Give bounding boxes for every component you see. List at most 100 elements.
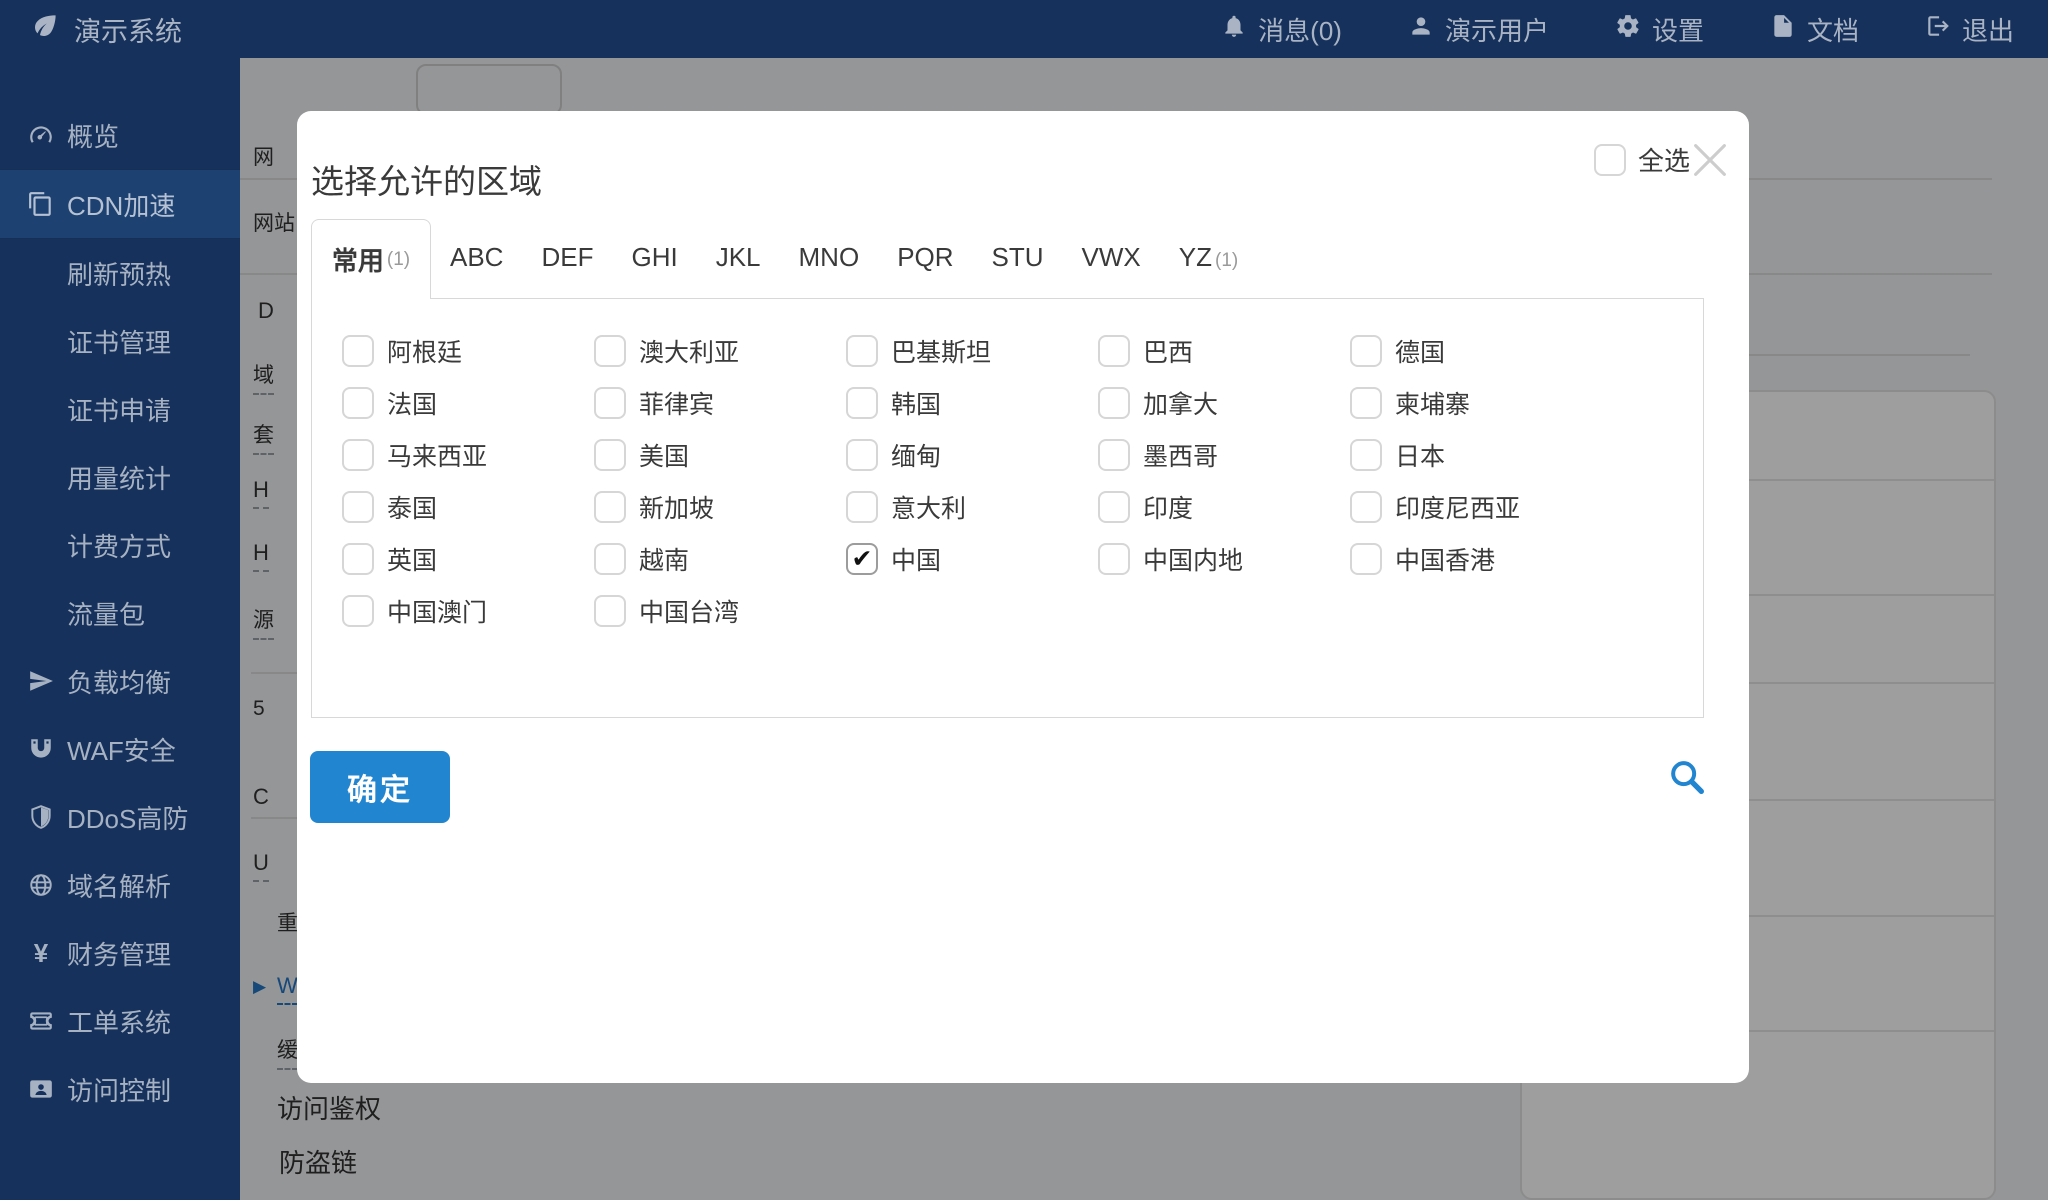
region-label: 越南 xyxy=(639,547,690,575)
sidebar-item-cdn[interactable]: CDN加速 xyxy=(0,169,240,239)
sidebar-item-load-balance[interactable]: 负载均衡 xyxy=(0,647,240,715)
checkbox-unchecked[interactable] xyxy=(1098,387,1130,419)
tab-label: DEF xyxy=(541,242,594,272)
tab-常用[interactable]: 常用 (1) xyxy=(311,219,431,299)
region-option-加拿大[interactable]: 加拿大 xyxy=(1098,387,1350,419)
region-option-菲律宾[interactable]: 菲律宾 xyxy=(594,387,846,419)
nav-item-logout[interactable]: 退出 xyxy=(1925,11,2014,48)
region-option-印度[interactable]: 印度 xyxy=(1098,491,1350,523)
tab-STU[interactable]: STU xyxy=(992,242,1044,299)
region-option-越南[interactable]: 越南 xyxy=(594,543,846,575)
confirm-button[interactable]: 确定 xyxy=(310,751,450,823)
region-label: 印度尼西亚 xyxy=(1395,495,1521,523)
region-option-美国[interactable]: 美国 xyxy=(594,439,846,471)
region-option-巴基斯坦[interactable]: 巴基斯坦 xyxy=(846,335,1098,367)
region-option-英国[interactable]: 英国 xyxy=(342,543,594,575)
nav-item-label: 演示用户 xyxy=(1444,15,1549,46)
checkbox-unchecked[interactable] xyxy=(594,439,626,471)
region-option-中国[interactable]: ✔ 中国 xyxy=(846,543,1098,575)
tab-JKL[interactable]: JKL xyxy=(716,242,761,299)
checkbox-unchecked[interactable] xyxy=(1098,543,1130,575)
region-option-缅甸[interactable]: 缅甸 xyxy=(846,439,1098,471)
checkbox-unchecked[interactable] xyxy=(1098,439,1130,471)
region-option-墨西哥[interactable]: 墨西哥 xyxy=(1098,439,1350,471)
tab-YZ[interactable]: YZ (1) xyxy=(1179,242,1238,299)
tab-MNO[interactable]: MNO xyxy=(799,242,860,299)
nav-item-label: 文档 xyxy=(1806,15,1859,46)
checkbox-unchecked[interactable] xyxy=(1098,335,1130,367)
sidebar-item-tickets[interactable]: 工单系统 xyxy=(0,987,240,1055)
checkbox-unchecked[interactable] xyxy=(594,595,626,627)
checkbox-unchecked[interactable] xyxy=(342,595,374,627)
sidebar-item-cert-manage[interactable]: 证书管理 xyxy=(0,307,240,375)
region-option-韩国[interactable]: 韩国 xyxy=(846,387,1098,419)
region-option-澳大利亚[interactable]: 澳大利亚 xyxy=(594,335,846,367)
region-option-法国[interactable]: 法国 xyxy=(342,387,594,419)
checkbox-unchecked[interactable] xyxy=(846,491,878,523)
region-label: 中国台湾 xyxy=(639,599,740,627)
sidebar-item-access-control[interactable]: 访问控制 xyxy=(0,1055,240,1123)
sidebar-item-waf[interactable]: WAF安全 xyxy=(0,715,240,783)
sidebar-item-cert-apply[interactable]: 证书申请 xyxy=(0,375,240,443)
sidebar-item-label: DDoS高防 xyxy=(67,803,189,834)
region-option-新加坡[interactable]: 新加坡 xyxy=(594,491,846,523)
sidebar-item-billing[interactable]: 计费方式 xyxy=(0,511,240,579)
checkbox-unchecked[interactable] xyxy=(1350,335,1382,367)
checkbox-unchecked[interactable] xyxy=(594,491,626,523)
region-option-马来西亚[interactable]: 马来西亚 xyxy=(342,439,594,471)
region-option-意大利[interactable]: 意大利 xyxy=(846,491,1098,523)
tab-DEF[interactable]: DEF xyxy=(541,242,593,299)
tab-VWX[interactable]: VWX xyxy=(1082,242,1141,299)
checkbox-unchecked[interactable] xyxy=(342,387,374,419)
region-option-中国澳门[interactable]: 中国澳门 xyxy=(342,595,594,627)
region-option-巴西[interactable]: 巴西 xyxy=(1098,335,1350,367)
checkbox-unchecked[interactable] xyxy=(846,387,878,419)
close-icon[interactable] xyxy=(1687,137,1733,183)
checkbox-unchecked[interactable] xyxy=(594,543,626,575)
sidebar-item-ddos[interactable]: DDoS高防 xyxy=(0,783,240,851)
checkbox-unchecked[interactable] xyxy=(342,543,374,575)
nav-item-messages[interactable]: 消息(0) xyxy=(1221,11,1342,48)
nav-item-settings[interactable]: 设置 xyxy=(1615,11,1704,48)
region-label: 意大利 xyxy=(891,495,967,523)
checkbox-unchecked[interactable] xyxy=(1350,543,1382,575)
sidebar-item-usage-stats[interactable]: 用量统计 xyxy=(0,443,240,511)
select-all-checkbox[interactable] xyxy=(1593,143,1626,176)
checkbox-unchecked[interactable] xyxy=(342,335,374,367)
checkbox-unchecked[interactable] xyxy=(846,335,878,367)
region-option-德国[interactable]: 德国 xyxy=(1350,335,1602,367)
region-label: 德国 xyxy=(1395,339,1446,367)
checkbox-unchecked[interactable] xyxy=(594,387,626,419)
checkbox-unchecked[interactable] xyxy=(594,335,626,367)
sidebar-item-overview[interactable]: 概览 xyxy=(0,101,240,169)
tab-label: MNO xyxy=(798,242,860,272)
region-option-印度尼西亚[interactable]: 印度尼西亚 xyxy=(1350,491,1602,523)
checkbox-unchecked[interactable] xyxy=(1350,387,1382,419)
region-option-中国内地[interactable]: 中国内地 xyxy=(1098,543,1350,575)
sidebar-item-traffic-pack[interactable]: 流量包 xyxy=(0,579,240,647)
nav-item-current-user[interactable]: 演示用户 xyxy=(1408,11,1549,48)
checkbox-unchecked[interactable] xyxy=(1098,491,1130,523)
region-option-柬埔寨[interactable]: 柬埔寨 xyxy=(1350,387,1602,419)
tab-ABC[interactable]: ABC xyxy=(450,242,503,299)
tab-count: (1) xyxy=(1215,250,1239,271)
sidebar-item-finance[interactable]: ¥ 财务管理 xyxy=(0,919,240,987)
region-option-中国台湾[interactable]: 中国台湾 xyxy=(594,595,846,627)
region-option-日本[interactable]: 日本 xyxy=(1350,439,1602,471)
sidebar-item-dns[interactable]: 域名解析 xyxy=(0,851,240,919)
tab-PQR[interactable]: PQR xyxy=(897,242,953,299)
checkbox-checked[interactable]: ✔ xyxy=(846,543,878,575)
checkbox-unchecked[interactable] xyxy=(342,439,374,471)
nav-item-docs[interactable]: 文档 xyxy=(1770,11,1859,48)
checkbox-unchecked[interactable] xyxy=(846,439,878,471)
checkbox-unchecked[interactable] xyxy=(1350,439,1382,471)
search-icon[interactable] xyxy=(1667,757,1707,797)
tab-GHI[interactable]: GHI xyxy=(631,242,677,299)
select-all-toggle[interactable]: 全选 xyxy=(1593,141,1690,178)
sidebar-item-refresh-preheat[interactable]: 刷新预热 xyxy=(0,239,240,307)
region-option-中国香港[interactable]: 中国香港 xyxy=(1350,543,1602,575)
checkbox-unchecked[interactable] xyxy=(342,491,374,523)
region-option-阿根廷[interactable]: 阿根廷 xyxy=(342,335,594,367)
region-option-泰国[interactable]: 泰国 xyxy=(342,491,594,523)
checkbox-unchecked[interactable] xyxy=(1350,491,1382,523)
